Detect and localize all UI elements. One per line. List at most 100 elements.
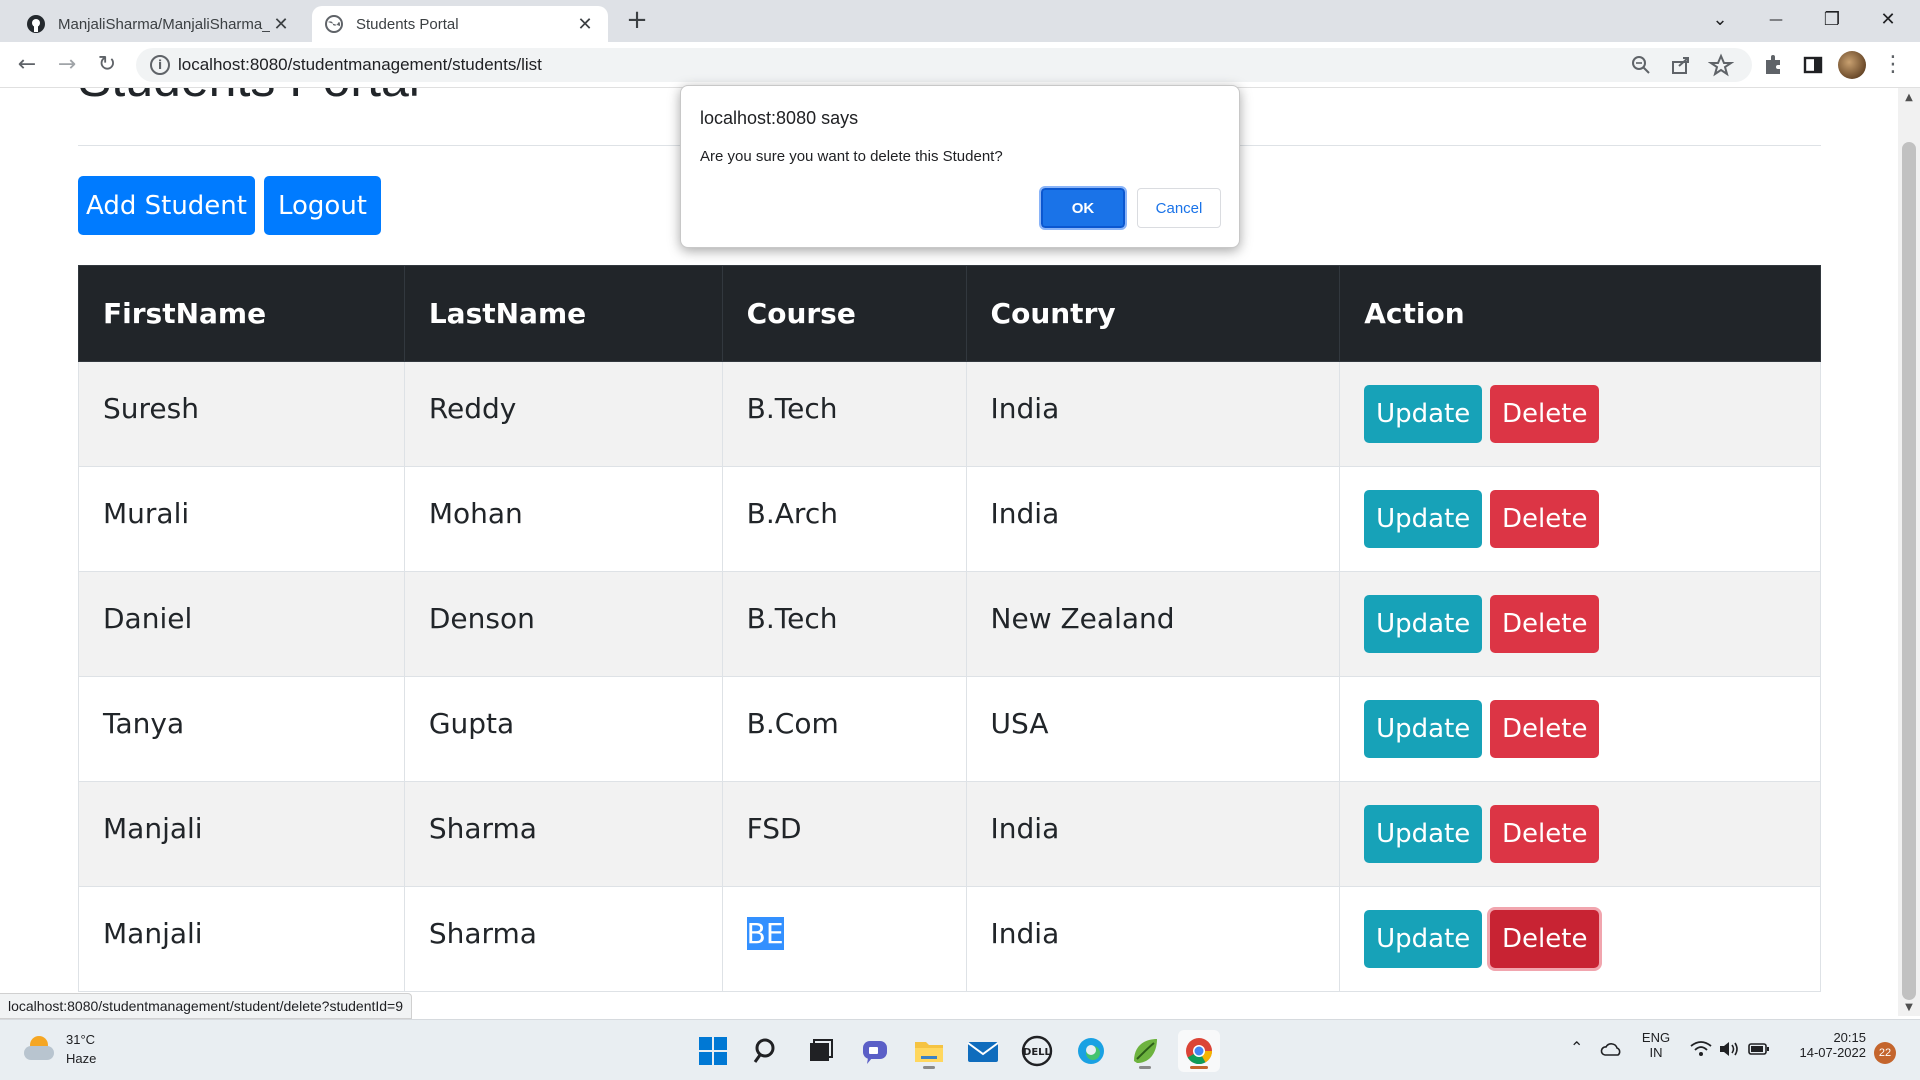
wifi-icon[interactable] <box>1690 1040 1712 1058</box>
update-button[interactable]: Update <box>1364 490 1483 548</box>
cell-firstname: Murali <box>103 496 190 530</box>
bookmark-star-icon[interactable] <box>1708 52 1734 78</box>
tray-overflow-icon[interactable]: ⌃ <box>1570 1038 1583 1058</box>
dialog-ok-button[interactable]: OK <box>1039 186 1127 230</box>
cell-firstname: Tanya <box>103 706 185 740</box>
file-explorer-icon[interactable] <box>908 1030 950 1072</box>
spring-tool-icon[interactable] <box>1124 1030 1166 1072</box>
mail-icon[interactable] <box>962 1030 1004 1072</box>
cell-firstname: Suresh <box>103 391 199 425</box>
scrollbar-thumb[interactable] <box>1902 142 1916 1000</box>
battery-icon[interactable] <box>1748 1042 1770 1056</box>
tab-github[interactable]: ManjaliSharma/ManjaliSharma_L ✕ <box>14 6 304 42</box>
weather-widget[interactable]: 31°C Haze <box>22 1030 96 1068</box>
delete-button[interactable]: Delete <box>1490 910 1600 968</box>
notification-badge[interactable]: 22 <box>1874 1042 1896 1064</box>
dell-icon[interactable]: DELL <box>1016 1030 1058 1072</box>
cell-country: India <box>990 811 1060 845</box>
start-icon[interactable] <box>692 1030 734 1072</box>
cell-course: B.Com <box>746 706 839 740</box>
reload-icon[interactable]: ↻ <box>92 50 122 80</box>
edge-icon[interactable] <box>1070 1030 1112 1072</box>
browser-toolbar: ← → ↻ i localhost:8080/studentmanagement… <box>0 42 1920 88</box>
forward-icon[interactable]: → <box>52 50 82 80</box>
table-row: Manjali Sharma BE India Update Delete <box>78 886 1821 992</box>
dialog-cancel-button[interactable]: Cancel <box>1137 188 1221 228</box>
students-table: FirstName LastName Course Country Action… <box>78 265 1821 992</box>
table-row: Daniel Denson B.Tech New Zealand Update D… <box>78 571 1821 677</box>
menu-kebab-icon[interactable]: ⋮ <box>1878 50 1908 80</box>
delete-button[interactable]: Delete <box>1490 700 1600 758</box>
globe-icon <box>325 15 343 33</box>
running-indicator <box>1139 1066 1151 1069</box>
table-row: Manjali Sharma FSD India Update Delete <box>78 781 1821 887</box>
cell-firstname: Manjali <box>103 811 203 845</box>
cell-lastname: Sharma <box>428 916 537 950</box>
url-text[interactable]: localhost:8080/studentmanagement/student… <box>178 48 542 82</box>
table-header-row: FirstName LastName Course Country Action <box>78 265 1821 362</box>
task-view-icon[interactable] <box>800 1030 842 1072</box>
tab-close-icon[interactable]: ✕ <box>270 14 292 35</box>
header-country: Country <box>965 265 1341 362</box>
github-icon <box>27 15 45 33</box>
svg-text:DELL: DELL <box>1023 1047 1052 1058</box>
delete-button[interactable]: Delete <box>1490 805 1600 863</box>
volume-icon[interactable] <box>1718 1040 1740 1058</box>
cell-course: B.Tech <box>746 601 838 635</box>
add-student-button[interactable]: Add Student <box>78 176 255 235</box>
delete-button[interactable]: Delete <box>1490 490 1600 548</box>
back-icon[interactable]: ← <box>12 50 42 80</box>
search-icon[interactable] <box>746 1030 788 1072</box>
update-button[interactable]: Update <box>1364 700 1483 758</box>
update-button[interactable]: Update <box>1364 805 1483 863</box>
page-title: Students Portal <box>78 88 420 108</box>
zoom-icon[interactable] <box>1628 52 1654 78</box>
tab-students-portal[interactable]: Students Portal ✕ <box>312 6 608 42</box>
cell-lastname: Reddy <box>428 391 517 425</box>
scroll-up-arrow[interactable]: ▲ <box>1898 92 1920 103</box>
cell-course: B.Tech <box>746 391 838 425</box>
delete-button[interactable]: Delete <box>1490 595 1600 653</box>
side-panel-icon[interactable] <box>1798 50 1828 80</box>
page-scrollbar[interactable]: ▲ ▼ <box>1898 88 1920 1016</box>
tab-strip: ManjaliSharma/ManjaliSharma_L ✕ Students… <box>0 0 1920 42</box>
delete-button[interactable]: Delete <box>1490 385 1600 443</box>
extensions-icon[interactable] <box>1758 50 1788 80</box>
weather-icon <box>22 1034 56 1064</box>
update-button[interactable]: Update <box>1364 910 1483 968</box>
tab-search-icon[interactable]: ⌄ <box>1692 4 1748 36</box>
clock[interactable]: 20:15 14-07-2022 <box>1784 1030 1867 1060</box>
cell-country: USA <box>990 706 1049 740</box>
site-info-icon[interactable]: i <box>150 55 170 75</box>
header-firstname: FirstName <box>78 265 405 362</box>
weather-desc: Haze <box>66 1051 97 1066</box>
update-button[interactable]: Update <box>1364 595 1483 653</box>
cell-firstname: Manjali <box>103 916 203 950</box>
close-window-button[interactable]: ✕ <box>1860 4 1916 36</box>
cell-lastname: Gupta <box>428 706 515 740</box>
onedrive-icon[interactable] <box>1600 1040 1624 1058</box>
language-indicator[interactable]: ENG IN <box>1636 1030 1676 1060</box>
tab-title: Students Portal <box>356 15 459 33</box>
scroll-down-arrow[interactable]: ▼ <box>1898 1002 1920 1013</box>
new-tab-button[interactable]: + <box>622 6 652 36</box>
confirm-dialog: localhost:8080 says Are you sure you wan… <box>680 85 1240 248</box>
chrome-icon[interactable] <box>1178 1030 1220 1072</box>
cell-lastname: Mohan <box>428 496 523 530</box>
logout-button[interactable]: Logout <box>264 176 381 235</box>
cell-course: B.Arch <box>746 496 838 530</box>
lang-code: ENG <box>1641 1030 1671 1045</box>
minimize-button[interactable]: — <box>1748 4 1804 36</box>
profile-avatar[interactable] <box>1838 51 1866 79</box>
status-bar-url: localhost:8080/studentmanagement/student… <box>0 993 413 1019</box>
teams-chat-icon[interactable] <box>854 1030 896 1072</box>
update-button[interactable]: Update <box>1364 385 1483 443</box>
dialog-origin: localhost:8080 says <box>700 108 859 128</box>
share-icon[interactable] <box>1668 52 1694 78</box>
cell-course: FSD <box>746 811 802 845</box>
maximize-button[interactable]: ❐ <box>1804 4 1860 36</box>
cell-course-selected: BE <box>746 916 784 950</box>
address-bar[interactable]: i localhost:8080/studentmanagement/stude… <box>136 48 1752 82</box>
tab-close-icon[interactable]: ✕ <box>574 14 596 35</box>
cell-country: India <box>990 916 1060 950</box>
